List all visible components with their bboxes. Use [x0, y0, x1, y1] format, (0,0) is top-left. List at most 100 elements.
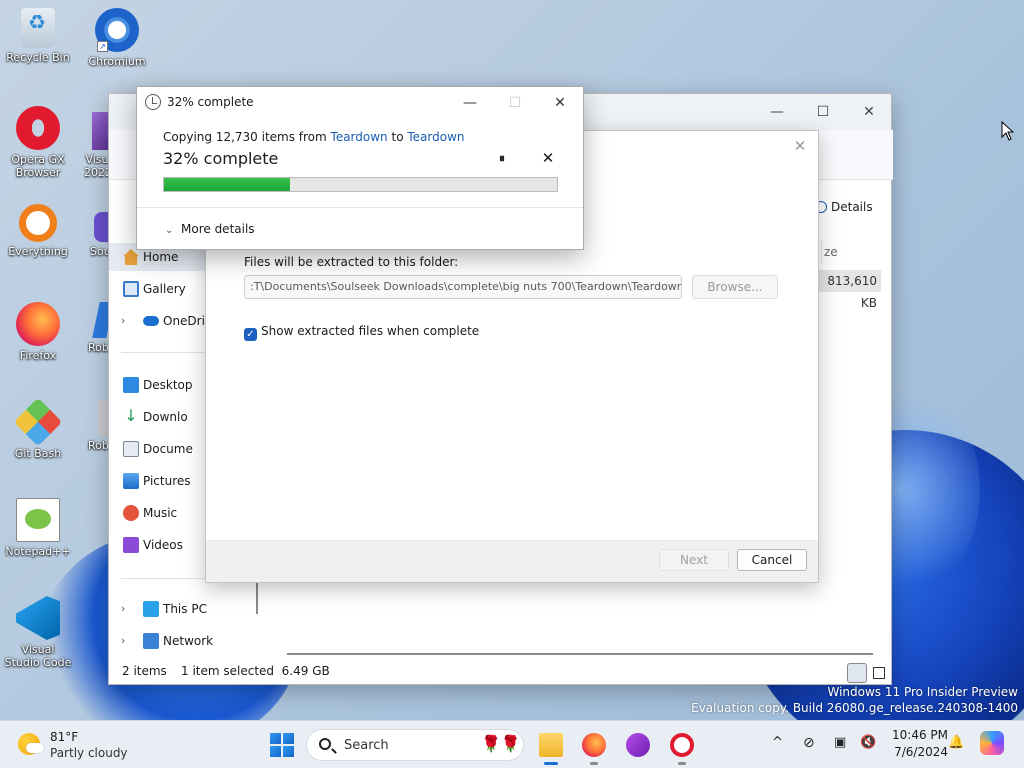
cancel-copy-button[interactable]: ✕ [539, 149, 557, 167]
copy-summary-to: to [387, 130, 408, 144]
content-horizontal-scrollbar[interactable] [287, 653, 873, 655]
desktop-icon-soulseek[interactable]: Sou [80, 212, 110, 258]
tray-volume-muted-icon[interactable]: 🔇 [860, 735, 876, 750]
taskbar-opera-gx[interactable] [666, 729, 698, 765]
nav-item-network[interactable]: › Network [109, 627, 259, 655]
copy-summary: Copying 12,730 items from Teardown to Te… [163, 130, 465, 144]
start-button[interactable] [270, 733, 294, 757]
explorer-close-button[interactable]: ✕ [847, 98, 891, 126]
desktop-icon-chromium[interactable]: ↗ Chromium [79, 8, 155, 68]
search-highlight-roses-icon: 🌹🌹 [481, 734, 521, 753]
copilot-icon[interactable] [980, 731, 1004, 755]
nav-item-this-pc[interactable]: › This PC [109, 595, 259, 623]
os-watermark-line1: Windows 11 Pro Insider Preview [827, 685, 1018, 699]
more-details-label: More details [181, 222, 255, 236]
this-pc-icon [143, 601, 159, 617]
copy-dialog-minimize-button[interactable]: — [447, 89, 493, 117]
details-view-button[interactable] [847, 663, 867, 683]
copy-progress-dialog: 32% complete — ☐ ✕ Copying 12,730 items … [136, 86, 584, 250]
nav-item-label: Gallery [143, 282, 186, 296]
show-extracted-files-label: Show extracted files when complete [261, 324, 480, 338]
copy-progress-bar [163, 177, 558, 192]
desktop-icon-label: Opera GX Browser [11, 153, 65, 179]
tray-network-off-icon[interactable]: ⊘ [803, 735, 815, 751]
recycle-bin-icon [21, 8, 55, 48]
chevron-down-icon: ⌄ [165, 225, 174, 236]
vscode-icon [16, 596, 60, 640]
clock-icon [145, 94, 161, 110]
copy-destination-link[interactable]: Teardown [407, 130, 464, 144]
opera-gx-icon [670, 733, 694, 757]
desktop-icon-recycle-bin[interactable]: Recycle Bin [0, 8, 76, 64]
desktop-icon-label: Git Bash [14, 447, 62, 460]
column-header-size[interactable]: ze [821, 240, 881, 264]
firefox-icon [582, 733, 606, 757]
more-details-toggle[interactable]: ⌄ More details [165, 222, 255, 236]
chevron-right-icon[interactable]: › [121, 307, 125, 335]
tray-display-icon[interactable]: ▣ [834, 735, 846, 750]
nav-item-label: Pictures [143, 474, 191, 488]
taskbar-file-explorer[interactable] [535, 729, 567, 765]
details-pane-button[interactable]: Details [815, 200, 873, 214]
chevron-up-icon: ^ [772, 735, 783, 750]
desktop-icon-label: Firefox [19, 349, 57, 362]
file-explorer-icon [539, 733, 563, 757]
copy-source-link[interactable]: Teardown [331, 130, 388, 144]
extract-folder-label: Files will be extracted to this folder: [244, 255, 459, 269]
copy-summary-prefix: Copying 12,730 items from [163, 130, 331, 144]
os-watermark-line2: Evaluation copy. Build 26080.ge_release.… [691, 701, 1018, 715]
onedrive-icon [143, 316, 159, 326]
explorer-maximize-button[interactable]: ☐ [801, 98, 845, 126]
nav-item-label: Videos [143, 538, 183, 552]
cancel-button[interactable]: Cancel [737, 549, 807, 571]
status-selection: 1 item selected 6.49 GB [181, 664, 330, 678]
running-indicator [590, 762, 598, 765]
copy-dialog-divider [137, 207, 583, 208]
videos-icon [123, 537, 139, 553]
taskbar-time[interactable]: 10:46 PM [892, 728, 948, 742]
desktop-icon-visual-studio[interactable]: Visu 2022 [70, 112, 110, 179]
desktop-icon-label: Recycle Bin [6, 51, 70, 64]
desktop-icon-everything[interactable]: Everything [0, 204, 76, 258]
wizard-footer: Next Cancel [206, 540, 818, 582]
next-button[interactable]: Next [659, 549, 729, 571]
nav-item-label: Docume [143, 442, 193, 456]
home-icon [123, 249, 139, 265]
extract-folder-input[interactable]: :T\Documents\Soulseek Downloads\complete… [244, 275, 682, 299]
private-mask-icon [626, 733, 650, 757]
show-extracted-files-option[interactable]: ✓ Show extracted files when complete [244, 322, 480, 341]
taskbar-private-browser[interactable] [622, 729, 654, 761]
desktop-icon-roblox[interactable]: Roblo [80, 302, 110, 354]
desktop-icon-vscode[interactable]: Visual Studio Code [0, 596, 76, 669]
explorer-minimize-button[interactable]: — [755, 98, 799, 126]
git-bash-icon [13, 397, 63, 447]
pause-button[interactable]: ⏸ [493, 151, 511, 166]
show-extracted-files-checkbox[interactable]: ✓ [244, 328, 257, 341]
taskbar-firefox[interactable] [578, 729, 610, 765]
taskbar-date[interactable]: 7/6/2024 [892, 745, 948, 759]
copy-percent-label: 32% complete [163, 149, 279, 168]
browse-button[interactable]: Browse... [692, 275, 778, 299]
desktop-icon-firefox[interactable]: Firefox [0, 302, 76, 362]
opera-gx-icon [16, 106, 60, 150]
copy-dialog-close-button[interactable]: ✕ [537, 89, 583, 117]
details-label: Details [831, 200, 873, 214]
notifications-bell-icon[interactable]: 🔔 [948, 735, 964, 750]
desktop-icon-notepad-plus-plus[interactable]: Notepad++ [0, 498, 76, 558]
chevron-right-icon[interactable]: › [121, 627, 125, 655]
chromium-icon: ↗ [95, 8, 139, 52]
weather-temperature: 81°F [50, 730, 79, 744]
chevron-right-icon[interactable]: › [121, 595, 125, 623]
cloud-icon [26, 743, 44, 753]
desktop-folder-icon [123, 377, 139, 393]
desktop-icon-label: Roblo [88, 439, 110, 452]
tiles-view-button[interactable] [869, 663, 889, 683]
desktop-icon-roblox-studio[interactable]: Roblo [80, 400, 110, 452]
status-item-count: 2 items [122, 664, 167, 678]
desktop-icon-opera-gx[interactable]: Opera GX Browser [0, 106, 76, 179]
desktop-icon-git-bash[interactable]: Git Bash [0, 397, 76, 460]
search-label: Search [344, 738, 389, 753]
taskbar-search-box[interactable]: Search 🌹🌹 [306, 729, 524, 761]
wizard-close-button[interactable]: ✕ [790, 135, 810, 157]
show-hidden-icons-button[interactable]: ^ [772, 735, 783, 750]
